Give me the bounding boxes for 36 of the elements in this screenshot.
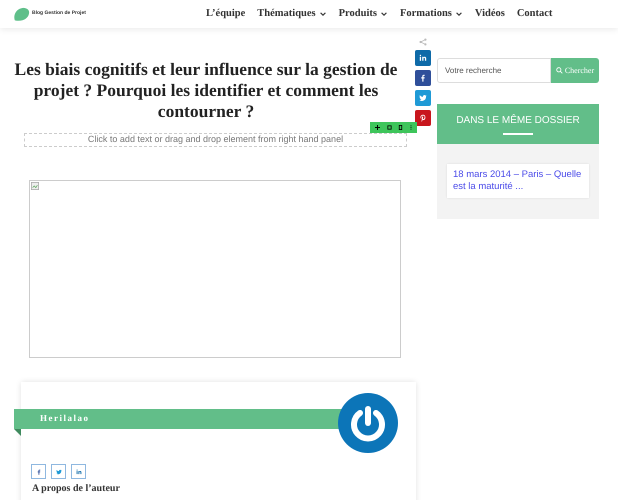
nav-link[interactable]: L’équipe xyxy=(206,6,246,22)
ribbon-fold-icon xyxy=(14,429,21,436)
author-social-button[interactable] xyxy=(31,464,46,479)
leaf-logo-icon xyxy=(13,6,30,22)
bird-icon xyxy=(419,94,427,102)
share-button[interactable] xyxy=(415,50,431,66)
article-title: Les biais cognitifs et leur influence sur la gestion de projet ? Pourquoi les identifier et comment les contourner ? xyxy=(14,59,398,122)
share-icon xyxy=(419,38,427,46)
facebook-icon xyxy=(36,468,42,474)
nav-link[interactable]: Formations xyxy=(400,6,463,22)
nav-link[interactable]: Produits xyxy=(338,6,388,22)
broken-image-icon xyxy=(31,182,39,190)
linkedin-icon xyxy=(76,468,82,474)
bird-icon xyxy=(56,468,62,474)
editor-drop-zone[interactable]: Click to add text or drag and drop element from right hand panel xyxy=(24,133,407,147)
delete-icon[interactable] xyxy=(398,125,404,130)
author-name: Herilalao xyxy=(40,412,90,426)
nav-link[interactable]: Contact xyxy=(516,6,552,22)
pin-icon xyxy=(419,114,427,122)
copy-icon[interactable] xyxy=(386,125,392,130)
facebook-icon xyxy=(419,74,427,82)
about-author-heading: A propos de l’auteur xyxy=(32,482,120,496)
author-social-button[interactable] xyxy=(51,464,66,479)
search-field[interactable]: Votre recherche xyxy=(437,58,551,83)
dossier-link[interactable]: 18 mars 2014 – Paris – Quelle est la maturité ... xyxy=(453,169,583,193)
search-icon xyxy=(556,67,563,74)
move-icon[interactable] xyxy=(375,125,380,130)
avatar-power-icon xyxy=(338,393,398,453)
share-button[interactable] xyxy=(415,110,431,126)
share-button[interactable] xyxy=(415,70,431,86)
author-social-button[interactable] xyxy=(71,464,86,479)
drop-zone-hint: Click to add text or drag and drop element from right hand panel xyxy=(88,133,344,146)
linkedin-icon xyxy=(419,54,427,62)
nav-link[interactable]: Thématiques xyxy=(257,6,327,22)
dossier-title: DANS LE MÊME DOSSIER xyxy=(456,113,580,128)
nav-link[interactable]: Vidéos xyxy=(474,6,505,22)
